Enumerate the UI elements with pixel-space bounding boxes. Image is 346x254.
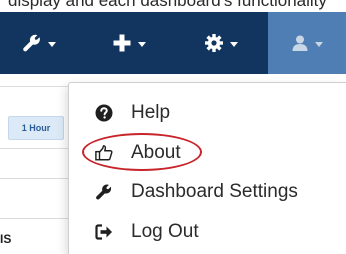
top-navbar xyxy=(0,12,346,74)
menu-item-label: Log Out xyxy=(131,221,199,242)
menu-item-label: Help xyxy=(131,102,171,123)
settings-menu-button[interactable] xyxy=(178,12,264,74)
chevron-down-icon xyxy=(138,41,146,47)
plus-icon xyxy=(112,33,132,53)
column-header-fragment: IS xyxy=(0,232,12,246)
divider xyxy=(0,148,70,149)
question-circle-icon xyxy=(95,104,113,122)
sign-out-icon xyxy=(95,223,113,241)
user-dropdown-menu: Help About Dashboard Settings Log Out xyxy=(68,82,346,254)
menu-item-label: About xyxy=(131,142,181,163)
thumbs-up-icon xyxy=(95,144,113,162)
tools-menu-button[interactable] xyxy=(0,12,78,74)
left-panel xyxy=(0,86,70,254)
wrench-icon xyxy=(95,183,113,201)
menu-item-dashboard-settings[interactable]: Dashboard Settings xyxy=(69,174,346,210)
chevron-down-icon xyxy=(230,41,238,47)
menu-item-help[interactable]: Help xyxy=(69,95,346,131)
chevron-down-icon xyxy=(48,41,56,47)
gear-icon xyxy=(204,33,224,53)
cropped-caption: display and each dashboard's functionali… xyxy=(0,0,346,12)
screenshot: display and each dashboard's functionali… xyxy=(0,0,346,254)
menu-item-label: Dashboard Settings xyxy=(131,181,298,202)
add-menu-button[interactable] xyxy=(88,12,170,74)
chevron-down-icon xyxy=(315,41,323,47)
divider xyxy=(0,86,70,87)
divider xyxy=(0,178,70,179)
menu-item-log-out[interactable]: Log Out xyxy=(69,214,346,250)
wrench-icon xyxy=(22,33,42,53)
caption-text: display and each dashboard's functionali… xyxy=(8,0,327,10)
divider xyxy=(0,218,70,219)
user-icon xyxy=(291,34,309,52)
menu-item-about[interactable]: About xyxy=(69,135,346,171)
user-menu-button[interactable] xyxy=(268,12,346,74)
time-range-button[interactable]: 1 Hour xyxy=(8,116,64,140)
